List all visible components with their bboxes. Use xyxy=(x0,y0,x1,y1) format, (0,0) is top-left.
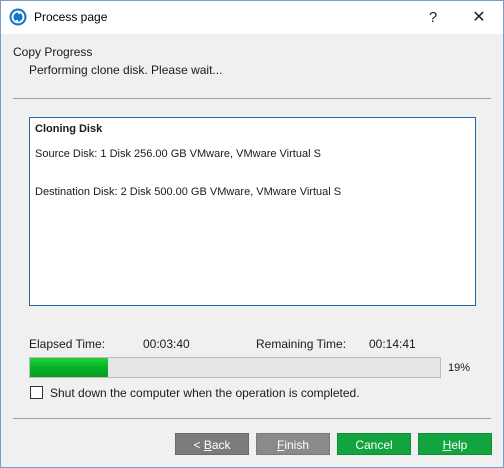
header-divider xyxy=(13,98,491,99)
window-title: Process page xyxy=(34,10,108,24)
back-button[interactable]: < Back xyxy=(175,433,249,455)
remaining-time-label: Remaining Time: xyxy=(256,337,347,351)
back-button-prefix: < xyxy=(193,438,204,452)
close-icon[interactable]: ✕ xyxy=(456,1,502,34)
help-icon[interactable]: ? xyxy=(410,1,456,34)
log-heading: Cloning Disk xyxy=(35,123,103,135)
page-header: Copy Progress Performing clone disk. Ple… xyxy=(1,34,503,98)
process-dialog: Process page ? ✕ Copy Progress Performin… xyxy=(0,0,504,468)
shutdown-checkbox[interactable] xyxy=(30,386,43,399)
shutdown-checkbox-label[interactable]: Shut down the computer when the operatio… xyxy=(50,386,360,400)
operation-log[interactable]: Cloning Disk Source Disk: 1 Disk 256.00 … xyxy=(29,117,476,306)
progress-bar xyxy=(29,357,441,378)
title-bar: Process page ? ✕ xyxy=(1,1,503,34)
finish-button-label: inish xyxy=(284,438,310,452)
back-button-label: ack xyxy=(211,438,231,452)
back-button-accesskey: B xyxy=(203,438,212,452)
source-disk-text: Source Disk: 1 Disk 256.00 GB VMware, VM… xyxy=(35,148,321,160)
cancel-button[interactable]: Cancel xyxy=(337,433,411,455)
finish-button[interactable]: Finish xyxy=(256,433,330,455)
remaining-time-value: 00:14:41 xyxy=(369,337,416,351)
page-title: Copy Progress xyxy=(13,45,93,59)
page-subtitle: Performing clone disk. Please wait... xyxy=(29,63,223,77)
help-button[interactable]: Help xyxy=(418,433,492,455)
progress-bar-fill xyxy=(30,358,108,377)
app-logo-icon xyxy=(9,8,27,26)
destination-disk-text: Destination Disk: 2 Disk 500.00 GB VMwar… xyxy=(35,186,342,198)
progress-percent: 19% xyxy=(448,362,471,374)
elapsed-time-label: Elapsed Time: xyxy=(29,337,106,351)
footer-divider xyxy=(13,418,491,419)
help-button-label: elp xyxy=(451,438,468,452)
elapsed-time-value: 00:03:40 xyxy=(143,337,190,351)
